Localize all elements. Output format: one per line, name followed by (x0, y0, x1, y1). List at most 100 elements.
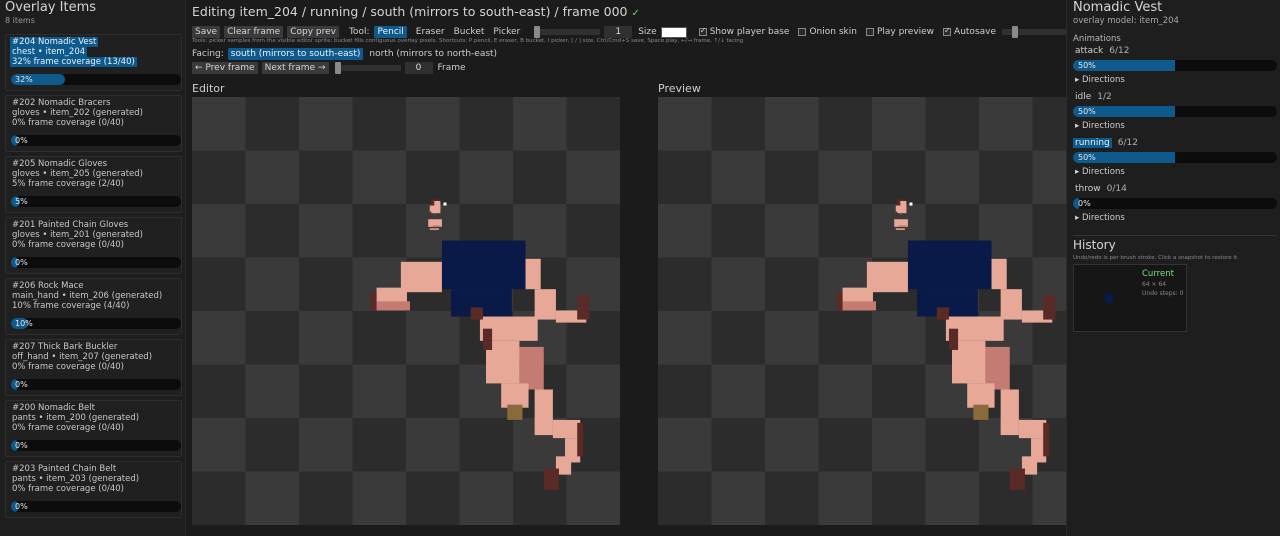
autosave-interval-slider[interactable] (1002, 26, 1075, 38)
sprite-pixel (470, 307, 483, 320)
item-name: #202 Nomadic Bracers (12, 98, 111, 108)
brush-size-slider[interactable] (534, 26, 601, 38)
frame-slider[interactable] (334, 62, 401, 74)
progress-label: 50% (1078, 107, 1096, 116)
sprite-pixel (552, 419, 581, 439)
slider-knob[interactable] (534, 26, 541, 38)
slider-knob[interactable] (334, 62, 341, 74)
preview-sprite (836, 199, 1056, 490)
onion-skin-checkbox[interactable] (798, 28, 807, 36)
directions-toggle[interactable]: ▸ Directions (1075, 121, 1125, 131)
play-preview-checkbox[interactable] (865, 28, 874, 36)
history-hint: Undo/redo is per brush stroke. Click a s… (1073, 255, 1239, 261)
history-snapshot[interactable]: Current 64 × 64 Undo steps: 0 (1073, 264, 1187, 332)
sprite-pixel (443, 202, 447, 206)
sprite-pixel (1018, 419, 1047, 439)
facing-north-button[interactable]: north (mirrors to north-east) (369, 49, 497, 59)
overlay-item-card[interactable]: #205 Nomadic Gloves gloves • item_205 (ge… (5, 156, 182, 213)
snapshot-size: 64 × 64 (1142, 281, 1167, 288)
sprite-pixel (1000, 389, 1019, 436)
overlay-item-card[interactable]: #207 Thick Bark Buckler off_hand • item_2… (5, 339, 182, 396)
snapshot-label: Current (1142, 269, 1174, 279)
next-frame-button[interactable]: Next frame → (261, 62, 329, 74)
coverage-progress-bar: 0% (11, 440, 181, 451)
animation-name[interactable]: running (1073, 138, 1112, 148)
frame-row: ← Prev frame Next frame → 0 Frame (192, 62, 475, 74)
overlay-item-card[interactable]: #204 Nomadic Vest chest • item_204 32% fra… (5, 34, 182, 91)
item-coverage: 0% frame coverage (0/40) (12, 362, 124, 372)
directions-toggle[interactable]: ▸ Directions (1075, 213, 1125, 223)
sprite-pixel (429, 211, 432, 218)
clear-frame-button[interactable]: Clear frame (224, 26, 284, 38)
animation-frame-count: 6/12 (1109, 46, 1130, 56)
item-slot: main_hand • item_206 (generated) (12, 291, 163, 301)
sprite-pixel (936, 307, 949, 320)
overlay-item-card[interactable]: #206 Rock Mace main_hand • item_206 (gene… (5, 278, 182, 335)
item-slot: off_hand • item_207 (generated) (12, 352, 153, 362)
directions-toggle[interactable]: ▸ Directions (1075, 75, 1125, 85)
progress-label: 50% (1078, 153, 1096, 162)
overlay-item-card[interactable]: #200 Nomadic Belt pants • item_200 (gener… (5, 400, 182, 457)
sprite-pixel (501, 383, 529, 408)
tool-bucket-button[interactable]: Bucket (454, 27, 485, 37)
item-title: Nomadic Vest (1073, 0, 1163, 15)
tool-pencil-button[interactable]: Pencil (374, 26, 407, 38)
editor-sprite (370, 199, 590, 490)
progress-label: 50% (1078, 61, 1096, 70)
animation-idle: idle 1/2 50% ▸ Directions (1073, 92, 1277, 134)
overlay-item-card[interactable]: #202 Nomadic Bracers gloves • item_202 (g… (5, 95, 182, 152)
save-button[interactable]: Save (192, 26, 221, 38)
sprite-pixel (429, 228, 439, 230)
brush-size-input[interactable]: 1 (604, 26, 633, 38)
sprite-pixel (898, 225, 907, 227)
snapshot-thumbnail (1105, 293, 1113, 303)
onion-skin-label[interactable]: Onion skin (809, 27, 856, 37)
coverage-progress-bar: 32% (11, 74, 181, 85)
sprite-pixel (909, 202, 913, 206)
sprite-pixel (907, 240, 992, 290)
play-preview-label[interactable]: Play preview (877, 27, 934, 37)
color-swatch[interactable] (660, 26, 687, 38)
autosave-checkbox[interactable] (943, 26, 952, 36)
animation-frame-count: 0/14 (1106, 184, 1127, 194)
tool-picker-button[interactable]: Picker (493, 27, 520, 37)
sprite-pixel (1043, 295, 1056, 320)
sprite-pixel (525, 258, 541, 290)
directions-toggle[interactable]: ▸ Directions (1075, 167, 1125, 177)
item-name: #200 Nomadic Belt (12, 403, 95, 413)
sprite-pixel (534, 389, 553, 436)
show-player-base-checkbox[interactable] (698, 26, 707, 36)
prev-frame-button[interactable]: ← Prev frame (192, 62, 258, 74)
sprite-pixel (1000, 289, 1022, 320)
frame-input[interactable]: 0 (404, 62, 433, 74)
item-slot: chest • item_204 (12, 47, 86, 57)
editor-canvas[interactable] (192, 97, 620, 525)
sprite-pixel (429, 205, 441, 214)
coverage-progress-bar: 0% (11, 257, 181, 268)
sprite-pixel (519, 346, 544, 390)
overlay-item-card[interactable]: #201 Painted Chain Gloves gloves • item_2… (5, 217, 182, 274)
progress-label: 0% (15, 136, 28, 145)
item-name: #203 Painted Chain Belt (12, 464, 117, 474)
animation-frame-count: 1/2 (1097, 92, 1112, 102)
tool-eraser-button[interactable]: Eraser (416, 27, 445, 37)
autosave-label[interactable]: Autosave (954, 27, 996, 37)
animation-name[interactable]: throw (1073, 184, 1101, 194)
coverage-progress-bar: 0% (11, 501, 181, 512)
history-title: History (1073, 238, 1116, 252)
animation-name[interactable]: attack (1073, 46, 1103, 56)
item-coverage: 0% frame coverage (0/40) (12, 484, 124, 494)
facing-row: Facing: south (mirrors to south-east) nor… (192, 48, 503, 60)
animation-name[interactable]: idle (1073, 92, 1091, 102)
preview-canvas (658, 97, 1086, 525)
shortcut-hint: Tools: picker samples from the visible e… (192, 38, 744, 44)
slider-knob[interactable] (1011, 26, 1018, 38)
panel-title: Overlay Items (5, 0, 97, 15)
overlay-item-card[interactable]: #203 Painted Chain Belt pants • item_203 … (5, 461, 182, 518)
sprite-pixel (839, 301, 876, 311)
facing-south-button[interactable]: south (mirrors to south-east) (227, 48, 364, 60)
sprite-pixel (1009, 468, 1025, 490)
show-player-base-label[interactable]: Show player base (710, 27, 790, 37)
copy-prev-button[interactable]: Copy prev (287, 26, 339, 38)
sprite-pixel (577, 422, 584, 457)
